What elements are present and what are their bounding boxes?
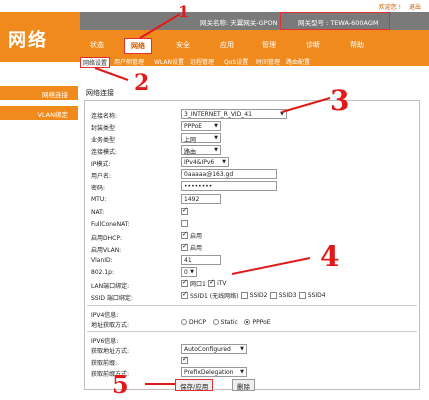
arrow-3	[281, 97, 331, 113]
annotation-arrows	[94, 13, 331, 385]
arrow-1	[139, 13, 181, 39]
annotation-1: 1	[178, 2, 190, 21]
annotation-5: 5	[112, 370, 129, 399]
annotation-4: 4	[320, 240, 340, 273]
router-admin-page: 欢迎您 ! 退出 网络 网关名称: 天翼网关-GPON 网关型号 : TEWA-…	[0, 0, 429, 400]
arrow-2	[94, 67, 129, 81]
annotation-3: 3	[330, 84, 350, 117]
arrow-4	[231, 257, 311, 275]
annotation-2: 2	[134, 70, 150, 96]
